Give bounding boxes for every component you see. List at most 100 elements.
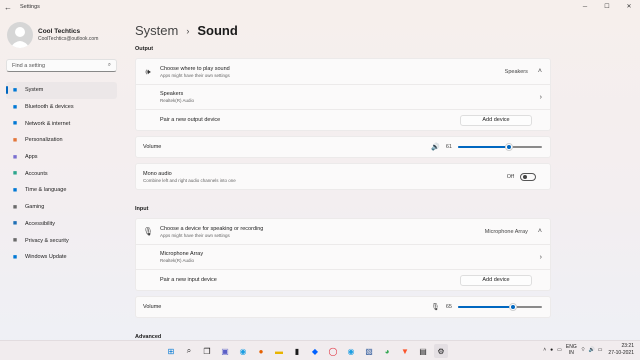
clock[interactable]: 23:21 27-10-2021 (608, 343, 634, 357)
sidebar-item-gaming[interactable]: ■ Gaming (6, 199, 117, 216)
output-choose-row[interactable]: 🕪 Choose where to play sound Apps might h… (135, 58, 551, 85)
window-controls: ─ ☐ ✕ (574, 0, 640, 13)
shield-icon: ■ (12, 237, 18, 245)
title-bar: ← Settings (0, 0, 640, 14)
sidebar-item-apps[interactable]: ■ Apps (6, 149, 117, 166)
window-title: Settings (20, 4, 40, 10)
clock-time: 23:21 (621, 343, 634, 349)
language-indicator[interactable]: ENG IN (566, 344, 577, 356)
meet-icon[interactable]: ▣ (218, 344, 232, 358)
slider-thumb[interactable] (505, 143, 514, 151)
output-add-device-button[interactable]: Add device (460, 114, 532, 126)
task-view-icon[interactable]: ❐ (200, 344, 214, 358)
chrome-icon[interactable]: ◕ (380, 344, 394, 358)
slider-thumb[interactable] (508, 303, 517, 311)
battery-icon[interactable]: ▭ (598, 347, 603, 353)
gamepad-icon: ■ (12, 203, 18, 211)
brave-icon[interactable]: ▼ (398, 344, 412, 358)
photos-icon[interactable]: ▧ (362, 344, 376, 358)
wifi-icon: ■ (12, 120, 18, 128)
microphone-icon[interactable]: 🎙 (431, 303, 440, 311)
chevron-right-icon[interactable]: › (540, 94, 542, 101)
chevron-up-icon[interactable]: ˄ (543, 347, 546, 353)
sidebar-nav: ■ System ■ Bluetooth & devices ■ Network & in… (6, 82, 117, 266)
output-device-row[interactable]: Speakers Realtek(R) Audio › (135, 85, 551, 110)
search-input[interactable]: Find a setting ⌕ (6, 59, 117, 72)
user-profile[interactable]: Cool Techtics CoolTechtics@outlook.com (7, 22, 98, 48)
microphone-icon: 🎙 (142, 227, 154, 236)
person-icon: ■ (12, 170, 18, 178)
input-add-device-button[interactable]: Add device (460, 274, 532, 286)
sidebar-item-label: Bluetooth & devices (25, 104, 74, 111)
output-volume-value: 61 (445, 144, 452, 150)
output-volume-row: Volume 🔊 61 (135, 136, 551, 158)
sidebar-item-accessibility[interactable]: ■ Accessibility (6, 216, 117, 233)
file-explorer-icon[interactable]: ▬ (272, 344, 286, 358)
output-device-name: Speakers (160, 91, 184, 97)
network-icon[interactable]: ▭ (557, 347, 562, 353)
sidebar-item-label: Time & language (25, 187, 67, 194)
input-heading: Input (135, 206, 149, 212)
sidebar-item-label: Apps (25, 154, 38, 161)
edge-icon[interactable]: ◉ (236, 344, 250, 358)
start-icon[interactable]: ⊞ (164, 344, 178, 358)
input-choose-row[interactable]: 🎙 Choose a device for speaking or record… (135, 218, 551, 245)
speaker-icon: 🕪 (145, 66, 151, 76)
input-volume-value: 65 (445, 304, 452, 310)
sidebar-item-time-language[interactable]: ■ Time & language (6, 182, 117, 199)
sidebar-item-bluetooth-devices[interactable]: ■ Bluetooth & devices (6, 99, 117, 116)
mono-audio-toggle[interactable] (520, 172, 536, 181)
taskbar: ⊞ ⌕ ❐ ▣ ◉ ● ▬ ▮ ◆ ◯ ◉ ▧ ◕ ▼ ▤ ⚙ ˄ ● ▭ EN… (0, 340, 640, 360)
input-choose-sub: Apps might have their own settings (160, 232, 230, 238)
app-tray-icon[interactable]: ● (550, 347, 553, 353)
page-title: Sound (197, 23, 238, 38)
dropbox-icon[interactable]: ◆ (308, 344, 322, 358)
terminal-icon[interactable]: ▮ (290, 344, 304, 358)
chevron-up-icon[interactable]: ˄ (538, 68, 542, 75)
profile-name: Cool Techtics (38, 28, 81, 35)
sidebar-item-label: Personalization (25, 137, 63, 144)
sidebar-item-label: Privacy & security (25, 237, 69, 244)
clock-date: 27-10-2021 (608, 350, 634, 356)
globe-clock-icon: ■ (12, 186, 18, 194)
taskbar-apps: ⊞ ⌕ ❐ ▣ ◉ ● ▬ ▮ ◆ ◯ ◉ ▧ ◕ ▼ ▤ ⚙ (164, 344, 452, 358)
output-volume-slider[interactable] (458, 143, 542, 151)
brush-icon: ■ (12, 136, 18, 144)
settings-icon[interactable]: ⚙ (434, 344, 448, 358)
breadcrumb-parent[interactable]: System (135, 23, 178, 38)
back-arrow-icon[interactable]: ← (0, 3, 16, 12)
system-tray: ˄ ● ▭ ENG IN ⌔ 🔊 ▭ 23:21 27-10-2021 (543, 343, 634, 357)
maximize-button[interactable]: ☐ (596, 0, 618, 13)
volume-icon[interactable]: 🔊 (588, 347, 594, 353)
wifi-icon[interactable]: ⌔ (581, 347, 586, 353)
sidebar-item-system[interactable]: ■ System (6, 82, 117, 99)
input-pair-label: Pair a new input device (160, 277, 217, 283)
edge-beta-icon[interactable]: ◉ (344, 344, 358, 358)
chevron-right-icon[interactable]: › (540, 254, 542, 261)
sidebar-item-label: System (25, 87, 44, 94)
sidebar-item-windows-update[interactable]: ■ Windows Update (6, 249, 117, 266)
input-volume-row: Volume 🎙 65 (135, 296, 551, 318)
close-button[interactable]: ✕ (618, 0, 640, 13)
chevron-up-icon[interactable]: ˄ (538, 228, 542, 235)
store-icon[interactable]: ▤ (416, 344, 430, 358)
output-device-sub: Realtek(R) Audio (160, 98, 195, 103)
search-icon[interactable]: ⌕ (108, 62, 111, 69)
search-icon[interactable]: ⌕ (182, 344, 196, 358)
search-placeholder: Find a setting (12, 62, 46, 69)
minimize-button[interactable]: ─ (574, 0, 596, 13)
firefox-icon[interactable]: ● (254, 344, 268, 358)
output-pair-label: Pair a new output device (160, 117, 221, 123)
input-device-row[interactable]: Microphone Array Realtek(R) Audio › (135, 245, 551, 270)
output-choose-title: Choose where to play sound (160, 65, 230, 72)
slider-fill (458, 146, 510, 148)
sidebar-item-privacy-security[interactable]: ■ Privacy & security (6, 232, 117, 249)
volume-icon[interactable]: 🔊 (431, 143, 440, 151)
sidebar-item-network-internet[interactable]: ■ Network & internet (6, 115, 117, 132)
sidebar-item-accounts[interactable]: ■ Accounts (6, 165, 117, 182)
sidebar-item-personalization[interactable]: ■ Personalization (6, 132, 117, 149)
input-device-name: Microphone Array (160, 251, 204, 257)
opera-icon[interactable]: ◯ (326, 344, 340, 358)
input-volume-slider[interactable] (458, 303, 542, 311)
update-icon: ■ (12, 253, 18, 261)
